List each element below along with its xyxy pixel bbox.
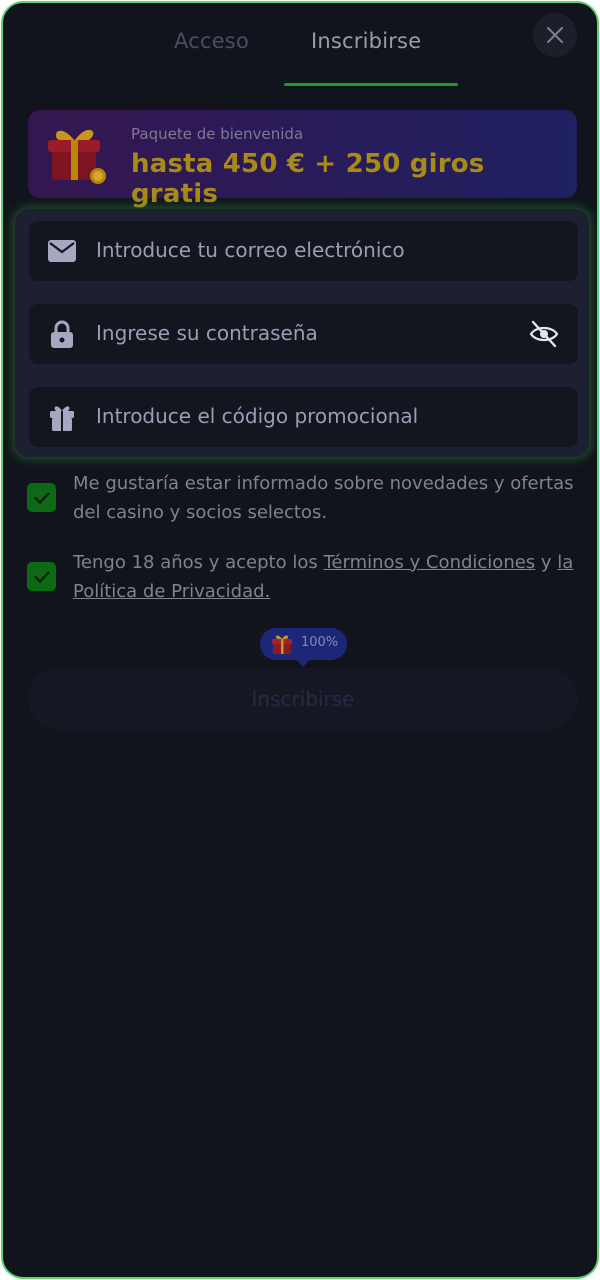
gift-icon [272,635,292,654]
tab-signup[interactable]: Inscribirse [311,29,421,53]
auth-tabs: Acceso Inscribirse [3,3,597,89]
checkmark-icon [33,570,50,583]
terms-consent-checkbox[interactable] [27,562,56,591]
close-icon [547,27,563,43]
progress-percent: 100% [301,635,339,650]
lock-icon [48,320,76,348]
close-button[interactable] [533,13,577,57]
progress-badge: 100% [260,628,347,667]
badge-pointer [295,658,311,667]
active-tab-indicator [284,83,458,86]
password-placeholder: Ingrese su contraseña [96,321,318,345]
welcome-bonus-banner[interactable]: Paquete de bienvenida hasta 450 € + 250 … [28,110,577,209]
checkmark-icon [33,491,50,504]
eye-off-icon[interactable] [528,319,560,349]
email-field[interactable]: Introduce tu correo electrónico [29,221,578,281]
news-consent-text: Me gustaría estar informado sobre noveda… [73,473,574,523]
news-consent-checkbox[interactable] [27,483,56,512]
banner-title: hasta 450 € + 250 giros gratis [131,149,485,209]
signup-submit-button[interactable]: Inscribirse [28,668,578,730]
terms-consent-text: Tengo 18 años y acepto los Términos y Co… [73,548,593,606]
email-placeholder: Introduce tu correo electrónico [96,238,405,262]
promo-placeholder: Introduce el código promocional [96,404,419,428]
tab-login[interactable]: Acceso [174,29,249,53]
terms-link[interactable]: Términos y Condiciones [323,552,535,573]
signup-fields: Introduce tu correo electrónico Ingrese … [15,209,589,457]
envelope-icon [48,238,76,264]
signup-modal: Acceso Inscribirse Paquete de bienvenida… [1,1,599,1279]
gift-icon [48,129,106,184]
gift-icon [48,404,76,431]
password-field[interactable]: Ingrese su contraseña [29,304,578,364]
banner-subtitle: Paquete de bienvenida [131,125,304,143]
promo-code-field[interactable]: Introduce el código promocional [29,387,578,447]
terms-prefix: Tengo 18 años y acepto los [73,552,324,573]
terms-middle: y [535,552,558,573]
